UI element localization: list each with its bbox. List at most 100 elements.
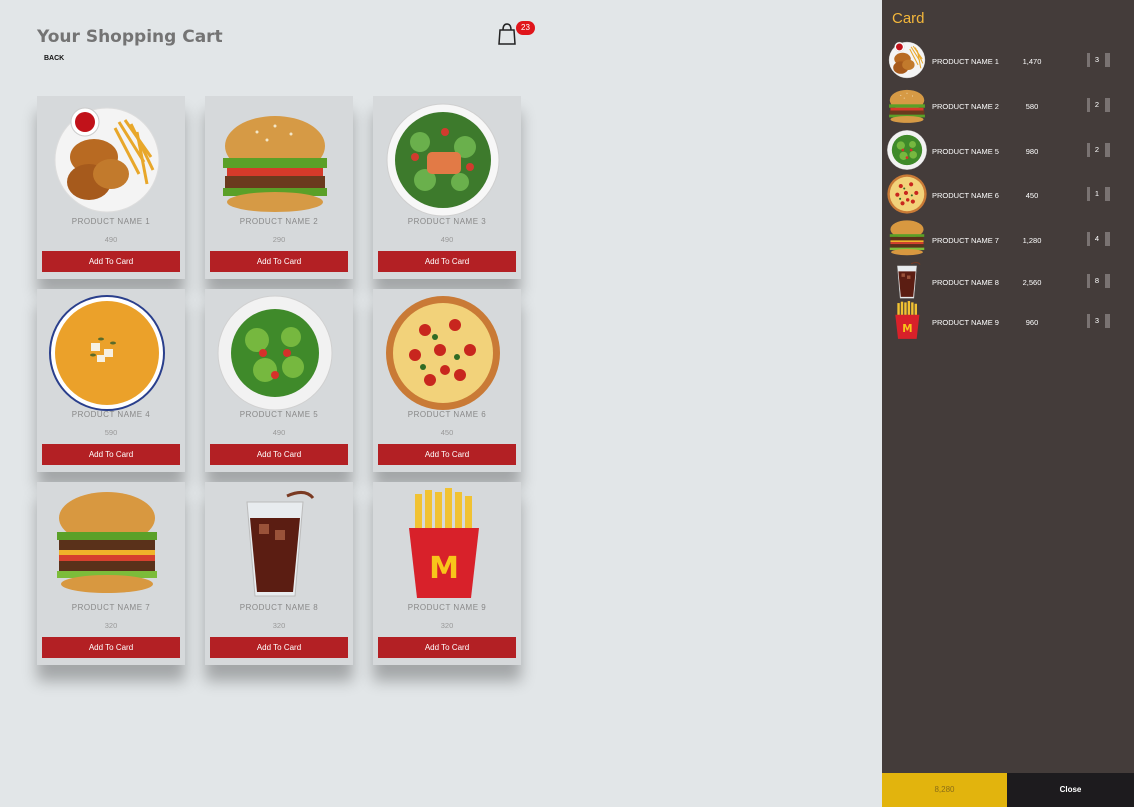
product-name: PRODUCT NAME 4 [71,410,151,419]
cart-sidebar: Card PRODUCT NAME 1 1,470 3 PRODUCT NAME… [882,0,1134,807]
burger-icon [889,89,925,123]
product-name: PRODUCT NAME 8 [239,603,319,612]
back-link[interactable]: BACK [44,55,64,62]
product-name: PRODUCT NAME 2 [239,217,319,226]
quantity-value: 1 [1094,189,1100,198]
cart-total: 8,280 [882,773,1007,807]
cart-item: PRODUCT NAME 2 580 2 [882,85,1134,129]
salmon-salad-icon [386,103,500,217]
cart-item: PRODUCT NAME 9 960 3 [882,301,1134,345]
fries-icon [409,488,479,598]
quantity-stepper: 2 [1087,98,1111,112]
decrease-button[interactable] [1087,314,1090,328]
decrease-button[interactable] [1087,187,1090,201]
increase-button[interactable] [1105,232,1110,246]
cart-item-name: PRODUCT NAME 8 [932,278,999,287]
product-price: 490 [272,428,286,437]
product-price: 490 [104,235,118,244]
cart-item-price: 1,280 [1022,236,1042,245]
increase-button[interactable] [1105,314,1110,328]
page-title: Your Shopping Cart [37,27,223,47]
burger-icon [223,116,327,212]
shopping-bag-icon[interactable] [497,23,517,45]
double-burger-icon [889,220,925,256]
increase-button[interactable] [1105,98,1110,112]
add-to-card-button[interactable]: Add To Card [378,444,516,465]
add-to-card-button[interactable]: Add To Card [210,637,348,658]
product-name: PRODUCT NAME 3 [407,217,487,226]
decrease-button[interactable] [1087,98,1090,112]
product-price: 290 [272,235,286,244]
cart-item-name: PRODUCT NAME 9 [932,318,999,327]
product-card: PRODUCT NAME 1 490 Add To Card [37,96,185,279]
product-name: PRODUCT NAME 5 [239,410,319,419]
cart-item-name: PRODUCT NAME 2 [932,102,999,111]
product-card: PRODUCT NAME 9 320 Add To Card [373,482,521,665]
soup-icon [49,295,165,411]
cart-count-badge: 23 [516,21,535,35]
quantity-value: 3 [1094,55,1100,64]
cart-item-name: PRODUCT NAME 6 [932,191,999,200]
fried-chicken-icon [53,106,161,214]
double-burger-icon [57,492,157,593]
cart-item: PRODUCT NAME 5 980 2 [882,130,1134,174]
product-price: 490 [440,235,454,244]
product-price: 320 [440,621,454,630]
product-card: PRODUCT NAME 6 450 Add To Card [373,289,521,472]
increase-button[interactable] [1105,53,1110,67]
pizza-icon [887,174,927,214]
product-card: PRODUCT NAME 2 290 Add To Card [205,96,353,279]
product-price: 320 [272,621,286,630]
decrease-button[interactable] [1087,53,1090,67]
decrease-button[interactable] [1087,143,1090,157]
add-to-card-button[interactable]: Add To Card [378,251,516,272]
product-price: 450 [440,428,454,437]
main-area: Your Shopping Cart BACK 23 PRODUCT NAME … [0,0,882,807]
add-to-card-button[interactable]: Add To Card [210,444,348,465]
cola-glass-icon [245,490,315,598]
quantity-stepper: 1 [1087,187,1111,201]
add-to-card-button[interactable]: Add To Card [210,251,348,272]
fried-chicken-icon [888,41,926,79]
product-card: PRODUCT NAME 5 490 Add To Card [205,289,353,472]
product-name: PRODUCT NAME 7 [71,603,151,612]
add-to-card-button[interactable]: Add To Card [42,444,180,465]
sidebar-title: Card [892,10,925,27]
cart-item-price: 580 [1025,102,1039,111]
add-to-card-button[interactable]: Add To Card [378,637,516,658]
decrease-button[interactable] [1087,274,1090,288]
product-card: PRODUCT NAME 3 490 Add To Card [373,96,521,279]
increase-button[interactable] [1105,143,1110,157]
quantity-stepper: 4 [1087,232,1111,246]
product-card: PRODUCT NAME 8 320 Add To Card [205,482,353,665]
cart-item: PRODUCT NAME 6 450 1 [882,174,1134,218]
cart-item-price: 2,560 [1022,278,1042,287]
green-salad-icon [217,295,333,411]
fries-icon [895,301,920,339]
cart-item: PRODUCT NAME 1 1,470 3 [882,40,1134,84]
cart-item-name: PRODUCT NAME 5 [932,147,999,156]
quantity-value: 3 [1094,316,1100,325]
add-to-card-button[interactable]: Add To Card [42,637,180,658]
add-to-card-button[interactable]: Add To Card [42,251,180,272]
cola-glass-icon [896,262,921,299]
quantity-stepper: 3 [1087,53,1111,67]
quantity-stepper: 8 [1087,274,1111,288]
quantity-value: 4 [1094,234,1100,243]
increase-button[interactable] [1105,187,1110,201]
decrease-button[interactable] [1087,232,1090,246]
product-price: 320 [104,621,118,630]
cart-item-name: PRODUCT NAME 1 [932,57,999,66]
product-price: 590 [104,428,118,437]
product-name: PRODUCT NAME 6 [407,410,487,419]
cart-item: PRODUCT NAME 8 2,560 8 [882,261,1134,305]
quantity-value: 2 [1094,145,1100,154]
quantity-stepper: 2 [1087,143,1111,157]
pizza-icon [386,296,500,410]
green-salad-icon [887,130,927,170]
increase-button[interactable] [1105,274,1110,288]
close-button[interactable]: Close [1007,773,1134,807]
cart-item-price: 1,470 [1022,57,1042,66]
product-name: PRODUCT NAME 1 [71,217,151,226]
cart-item-price: 450 [1025,191,1039,200]
